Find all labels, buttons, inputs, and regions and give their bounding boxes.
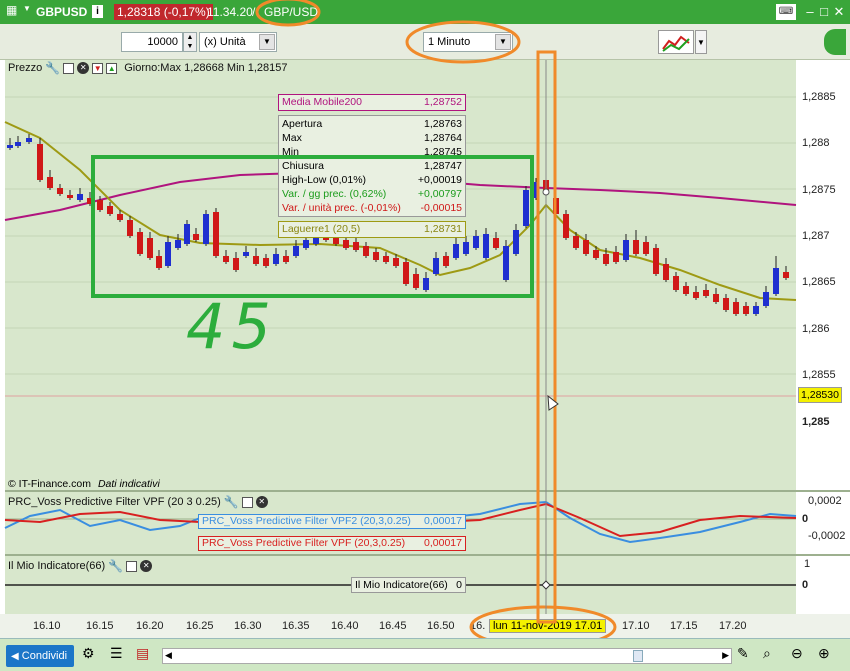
- share-icon: ◀: [11, 651, 19, 662]
- crosshair-dot: [542, 188, 550, 196]
- crosshair-dot: [541, 580, 551, 590]
- scroll-left-icon[interactable]: ◀: [165, 650, 172, 661]
- green-highlight-box: [91, 155, 534, 298]
- zoom-area-icon[interactable]: ⌕: [763, 645, 783, 667]
- annotation-overlay: [91, 0, 617, 649]
- bottom-bar: ◀ Condividi ⚙ ☰ ▤ ◀ ▶ ✎ ⌕ ⊖ ⊕: [0, 638, 850, 671]
- share-button[interactable]: ◀ Condividi: [6, 645, 74, 667]
- indicator-settings-icon[interactable]: ⚙: [82, 645, 102, 667]
- orange-circle-pair: [255, 0, 321, 27]
- share-button-label: Condividi: [21, 650, 68, 662]
- magic-wand-icon[interactable]: ✎: [737, 645, 755, 667]
- zoom-in-icon[interactable]: ⊕: [818, 645, 838, 667]
- scroll-right-icon[interactable]: ▶: [722, 650, 729, 661]
- drawing-tools-icon[interactable]: ▤: [136, 645, 154, 667]
- horizontal-scrollbar[interactable]: ◀ ▶: [162, 648, 732, 664]
- zoom-out-icon[interactable]: ⊖: [791, 645, 811, 667]
- orange-circle-timeframe: [405, 20, 521, 64]
- handwritten-annotation: 45: [186, 290, 277, 363]
- list-icon[interactable]: ☰: [110, 645, 128, 667]
- scroll-thumb[interactable]: [633, 650, 643, 662]
